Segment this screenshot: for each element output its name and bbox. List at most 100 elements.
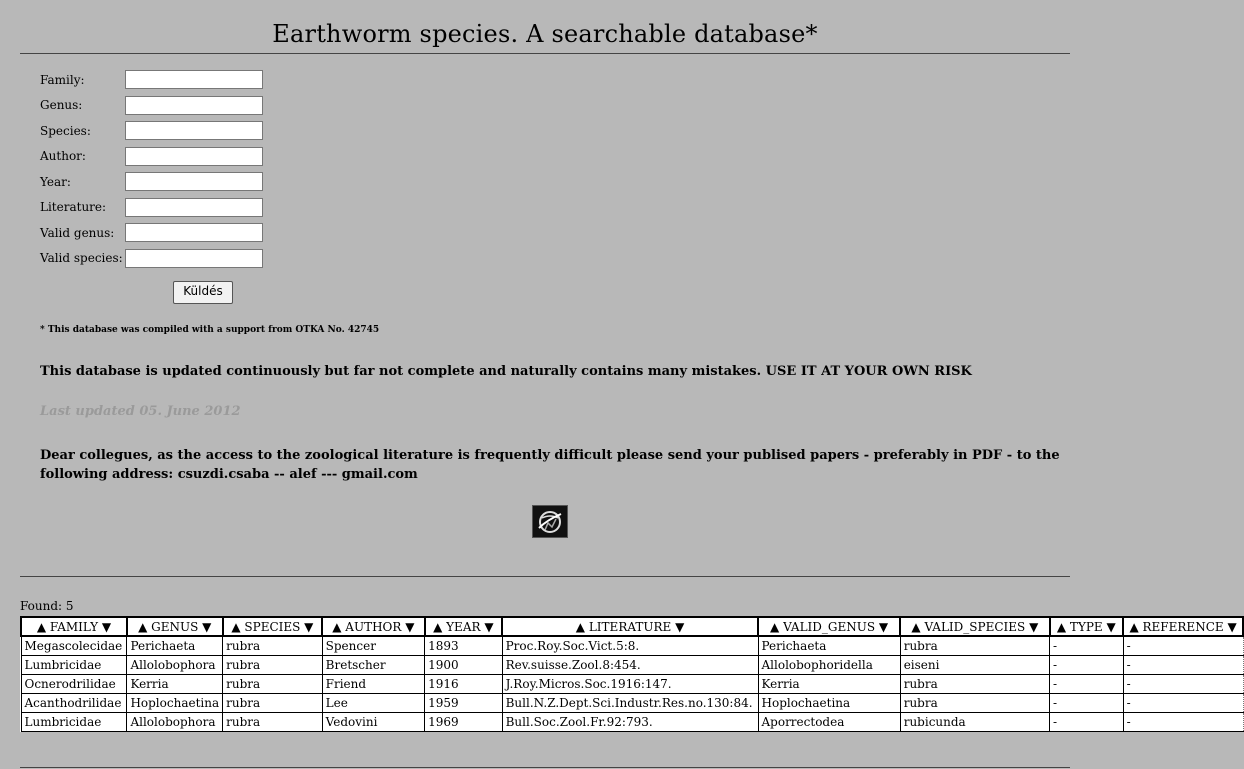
cell-species: rubra [222, 673, 323, 694]
cell-genus: Hoplochaetina [126, 692, 224, 713]
author-label: Author: [40, 149, 86, 164]
cell-species: rubra [222, 635, 323, 656]
cell-valid-species: rubra [899, 635, 1051, 656]
cell-author: Friend [321, 673, 426, 694]
last-updated: Last updated 05. June 2012 [40, 404, 241, 419]
literature-label: Literature: [40, 200, 107, 215]
sort-family-header[interactable]: ▲ FAMILY ▼ [20, 616, 128, 637]
cell-genus: Allolobophora [126, 654, 224, 675]
form-row-genus: Genus: [40, 93, 263, 119]
cell-species: rubra [222, 654, 323, 675]
cell-reference: - [1122, 654, 1244, 675]
sort-reference-header[interactable]: ▲ REFERENCE ▼ [1122, 616, 1244, 637]
submit-button[interactable]: Küldés [173, 281, 233, 304]
valid-genus-label: Valid genus: [40, 225, 115, 240]
middle-divider [20, 576, 1070, 577]
cell-type: - [1049, 654, 1124, 675]
sort-species-header[interactable]: ▲ SPECIES ▼ [221, 616, 324, 637]
cell-reference: - [1122, 692, 1244, 713]
cell-family: Megascolecidae [20, 635, 128, 656]
sort-author-header[interactable]: ▲ AUTHOR ▼ [321, 616, 426, 637]
sort-type-header[interactable]: ▲ TYPE ▼ [1048, 616, 1125, 637]
valid-species-input[interactable] [125, 248, 263, 268]
cell-type: - [1049, 711, 1124, 732]
species-input[interactable] [125, 121, 263, 141]
cell-author: Lee [321, 692, 426, 713]
cell-year: 1893 [424, 635, 503, 656]
table-row: Acanthodrilidae Hoplochaetina rubra Lee … [20, 692, 1244, 713]
valid-genus-input[interactable] [125, 223, 263, 243]
form-row-species: Species: [40, 118, 263, 144]
cell-valid-species: rubra [899, 673, 1051, 694]
warning-note: This database is updated continuously bu… [40, 364, 972, 379]
cell-species: rubra [222, 711, 323, 732]
cell-family: Lumbricidae [20, 711, 128, 732]
table-row: Ocnerodrilidae Kerria rubra Friend 1916 … [20, 673, 1244, 694]
cell-valid-species: rubicunda [899, 711, 1051, 732]
cell-reference: - [1122, 711, 1244, 732]
valid-species-label: Valid species: [40, 251, 123, 266]
cell-type: - [1049, 692, 1124, 713]
cell-type: - [1049, 635, 1124, 656]
family-label: Family: [40, 72, 85, 87]
year-label: Year: [40, 174, 71, 189]
cell-genus: Perichaeta [126, 635, 224, 656]
cell-author: Vedovini [321, 711, 426, 732]
author-input[interactable] [125, 146, 263, 166]
cell-year: 1916 [424, 673, 503, 694]
form-row-year: Year: [40, 169, 263, 195]
cell-literature: Proc.Roy.Soc.Vict.5:8. [501, 635, 759, 656]
found-count: Found: 5 [20, 599, 74, 613]
cell-valid-genus: Perichaeta [757, 635, 901, 656]
form-row-valid-genus: Valid genus: [40, 220, 263, 246]
cell-family: Lumbricidae [20, 654, 128, 675]
family-input[interactable] [125, 70, 263, 90]
support-note: * This database was compiled with a supp… [40, 325, 380, 335]
genus-input[interactable] [125, 95, 263, 115]
cell-type: - [1049, 673, 1124, 694]
results-table: ▲ FAMILY ▼ ▲ GENUS ▼ ▲ SPECIES ▼ ▲ AUTHO… [20, 616, 1244, 732]
cell-author: Bretscher [321, 654, 426, 675]
cell-year: 1900 [424, 654, 503, 675]
sort-literature-header[interactable]: ▲ LITERATURE ▼ [501, 616, 759, 637]
cell-valid-genus: Hoplochaetina [757, 692, 901, 713]
cell-valid-genus: Allolobophoridella [757, 654, 901, 675]
species-label: Species: [40, 123, 91, 138]
table-row: Megascolecidae Perichaeta rubra Spencer … [20, 635, 1244, 656]
form-row-valid-species: Valid species: [40, 246, 263, 272]
search-form: Family: Genus: Species: Author: Year: Li… [40, 67, 263, 271]
form-row-family: Family: [40, 67, 263, 93]
cell-literature: Bull.N.Z.Dept.Sci.Industr.Res.no.130:84. [501, 692, 759, 713]
cell-author: Spencer [321, 635, 426, 656]
cell-valid-genus: Kerria [757, 673, 901, 694]
cell-genus: Allolobophora [126, 711, 224, 732]
form-row-literature: Literature: [40, 195, 263, 221]
bottom-divider [20, 767, 1070, 768]
year-input[interactable] [125, 172, 263, 192]
sort-genus-header[interactable]: ▲ GENUS ▼ [125, 616, 224, 637]
cell-family: Acanthodrilidae [20, 692, 128, 713]
sort-year-header[interactable]: ▲ YEAR ▼ [423, 616, 504, 637]
cell-species: rubra [222, 692, 323, 713]
genus-label: Genus: [40, 98, 83, 113]
cell-valid-species: rubra [899, 692, 1051, 713]
paper-request-note: Dear collegues, as the access to the zoo… [40, 448, 1060, 482]
table-row: Lumbricidae Allolobophora rubra Bretsche… [20, 654, 1244, 675]
globe-logo-icon[interactable] [532, 505, 568, 538]
cell-literature: Rev.suisse.Zool.8:454. [501, 654, 759, 675]
cell-year: 1969 [424, 711, 503, 732]
cell-valid-genus: Aporrectodea [757, 711, 901, 732]
cell-valid-species: eiseni [899, 654, 1051, 675]
cell-literature: J.Roy.Micros.Soc.1916:147. [501, 673, 759, 694]
cell-family: Ocnerodrilidae [20, 673, 128, 694]
sort-valid-genus-header[interactable]: ▲ VALID_GENUS ▼ [756, 616, 902, 637]
literature-input[interactable] [125, 197, 263, 217]
cell-reference: - [1122, 673, 1244, 694]
cell-literature: Bull.Soc.Zool.Fr.92:793. [501, 711, 759, 732]
cell-genus: Kerria [126, 673, 224, 694]
table-row: Lumbricidae Allolobophora rubra Vedovini… [20, 711, 1244, 732]
cell-year: 1959 [424, 692, 503, 713]
table-header-row: ▲ FAMILY ▼ ▲ GENUS ▼ ▲ SPECIES ▼ ▲ AUTHO… [20, 616, 1244, 637]
top-divider [20, 53, 1070, 54]
sort-valid-species-header[interactable]: ▲ VALID_SPECIES ▼ [899, 616, 1051, 637]
